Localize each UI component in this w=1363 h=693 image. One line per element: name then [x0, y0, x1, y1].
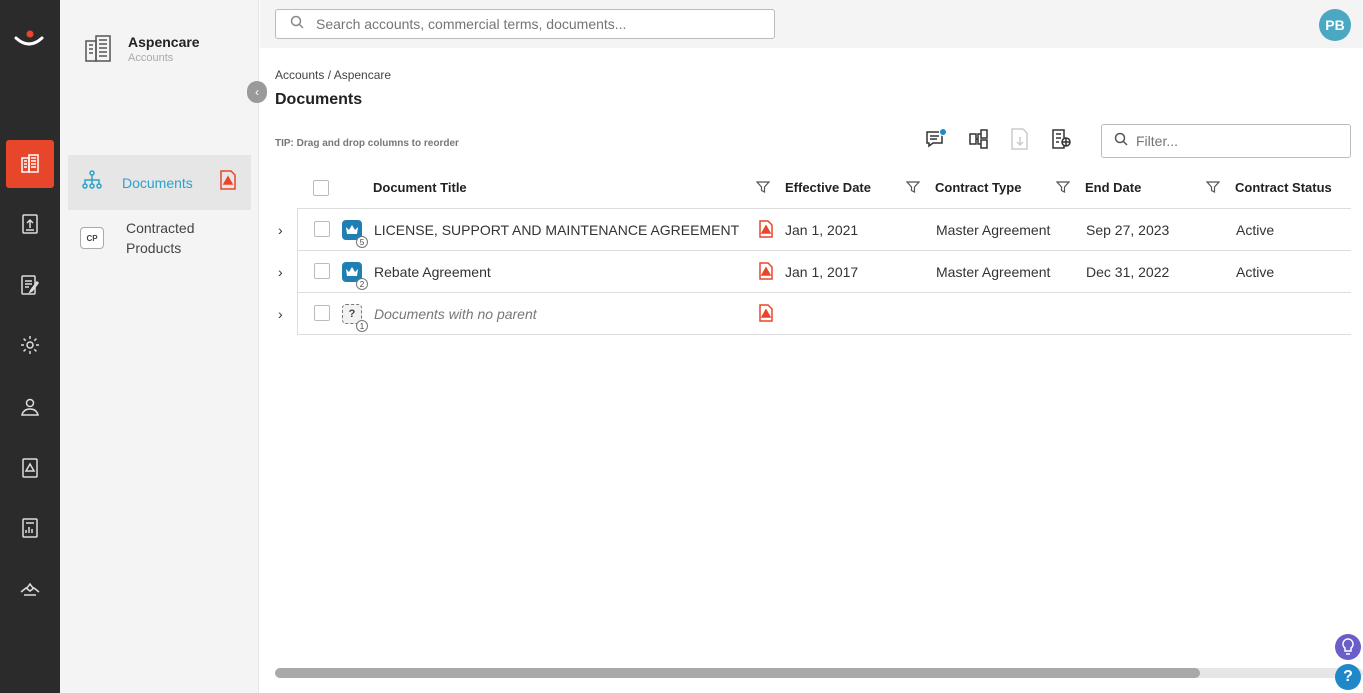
- contract-status: Active: [1236, 222, 1275, 238]
- search-icon: [1114, 132, 1128, 151]
- search-input[interactable]: [316, 16, 756, 32]
- column-header-end-date[interactable]: End Date: [1085, 180, 1141, 195]
- chevron-left-icon: ‹: [255, 85, 259, 99]
- select-all-checkbox[interactable]: [313, 180, 329, 196]
- building-icon: [82, 32, 114, 69]
- grid-filter[interactable]: [1101, 124, 1351, 158]
- panel-item-label: Contracted Products: [126, 220, 195, 256]
- column-globe-icon: [1049, 127, 1073, 156]
- upload-rail-icon[interactable]: [6, 200, 54, 248]
- app-rail: [0, 0, 60, 693]
- table-row[interactable]: › 5 LICENSE, SUPPORT AND MAINTENANCE AGR…: [278, 209, 1351, 251]
- collapse-panel-button[interactable]: ‹: [247, 81, 267, 103]
- cp-badge-icon: CP: [80, 227, 104, 249]
- account-header: Aspencare Accounts: [82, 32, 200, 69]
- handshake-rail-icon[interactable]: [6, 565, 54, 613]
- document-title[interactable]: LICENSE, SUPPORT AND MAINTENANCE AGREEME…: [374, 222, 739, 238]
- app-logo[interactable]: [12, 22, 46, 56]
- reorder-tip: TIP: Drag and drop columns to reorder: [275, 138, 459, 149]
- pdf-alert-icon: [219, 170, 237, 195]
- contract-type: Master Agreement: [936, 264, 1051, 280]
- user-avatar[interactable]: PB: [1319, 9, 1351, 41]
- column-header-effective-date[interactable]: Effective Date: [785, 180, 871, 195]
- top-bar: PB: [260, 0, 1363, 48]
- accounts-rail-icon[interactable]: [6, 140, 54, 188]
- export-pdf-button[interactable]: [1006, 127, 1034, 155]
- contract-type: Master Agreement: [936, 222, 1051, 238]
- account-name: Aspencare: [128, 34, 200, 50]
- effective-date: Jan 1, 2021: [785, 222, 859, 238]
- filter-icon[interactable]: [1205, 180, 1221, 199]
- hierarchy-view-button[interactable]: [965, 127, 993, 155]
- grid-header: Document Title Effective Date Contract T…: [275, 168, 1351, 208]
- comments-button[interactable]: [922, 127, 950, 155]
- pdf-alert-icon[interactable]: [758, 304, 774, 327]
- report-rail-icon[interactable]: [6, 504, 54, 552]
- account-type: Accounts: [128, 52, 174, 64]
- contract-edit-rail-icon[interactable]: [6, 261, 54, 309]
- search-icon: [290, 15, 304, 34]
- filter-icon[interactable]: [755, 180, 771, 199]
- column-header-document-title[interactable]: Document Title: [373, 180, 467, 195]
- breadcrumb[interactable]: Accounts / Aspencare: [275, 68, 391, 82]
- panel-item-contracted-products[interactable]: CP Contracted Products: [68, 215, 251, 261]
- panel-item-label: Documents: [122, 174, 193, 191]
- end-date: Dec 31, 2022: [1086, 264, 1170, 280]
- effective-date: Jan 1, 2017: [785, 264, 859, 280]
- row-checkbox[interactable]: [314, 263, 330, 279]
- people-rail-icon[interactable]: [6, 383, 54, 431]
- end-date: Sep 27, 2023: [1086, 222, 1170, 238]
- column-settings-button[interactable]: [1047, 127, 1075, 155]
- column-header-contract-status[interactable]: Contract Status: [1235, 180, 1332, 195]
- child-count-badge: 1: [356, 320, 368, 332]
- filter-input[interactable]: [1136, 133, 1336, 149]
- panel-item-documents[interactable]: Documents: [68, 155, 251, 210]
- child-count-badge: 5: [356, 236, 368, 248]
- contract-status: Active: [1236, 264, 1275, 280]
- filter-icon[interactable]: [905, 180, 921, 199]
- chevron-right-icon[interactable]: ›: [278, 222, 283, 238]
- alert-document-rail-icon[interactable]: [6, 444, 54, 492]
- lightbulb-icon[interactable]: [1335, 634, 1361, 660]
- row-checkbox[interactable]: [314, 305, 330, 321]
- chevron-right-icon[interactable]: ›: [278, 264, 283, 280]
- global-search[interactable]: [275, 9, 775, 39]
- pdf-alert-icon[interactable]: [758, 220, 774, 243]
- table-row[interactable]: › ? 1 Documents with no parent: [278, 293, 1351, 335]
- documents-grid: Document Title Effective Date Contract T…: [275, 168, 1351, 335]
- document-title[interactable]: Rebate Agreement: [374, 264, 491, 280]
- row-checkbox[interactable]: [314, 221, 330, 237]
- filter-icon[interactable]: [1055, 180, 1071, 199]
- help-button[interactable]: ?: [1335, 664, 1361, 690]
- hierarchy-icon: [82, 170, 102, 195]
- pdf-alert-icon[interactable]: [758, 262, 774, 285]
- tree-view-icon: [967, 127, 991, 156]
- account-panel: Aspencare Accounts ‹ Documents CP Contra…: [60, 0, 267, 693]
- child-count-badge: 2: [356, 278, 368, 290]
- page-title: Documents: [275, 91, 363, 108]
- comment-icon: [924, 127, 948, 156]
- pdf-export-icon: [1008, 127, 1032, 156]
- document-title[interactable]: Documents with no parent: [374, 306, 537, 322]
- scrollbar-thumb[interactable]: [275, 668, 1200, 678]
- table-row[interactable]: › 2 Rebate Agreement Jan 1, 2017 Master …: [278, 251, 1351, 293]
- column-header-contract-type[interactable]: Contract Type: [935, 180, 1021, 195]
- grid-body: › 5 LICENSE, SUPPORT AND MAINTENANCE AGR…: [278, 208, 1351, 335]
- settings-rail-icon[interactable]: [6, 321, 54, 369]
- chevron-right-icon[interactable]: ›: [278, 306, 283, 322]
- horizontal-scrollbar[interactable]: [275, 668, 1363, 678]
